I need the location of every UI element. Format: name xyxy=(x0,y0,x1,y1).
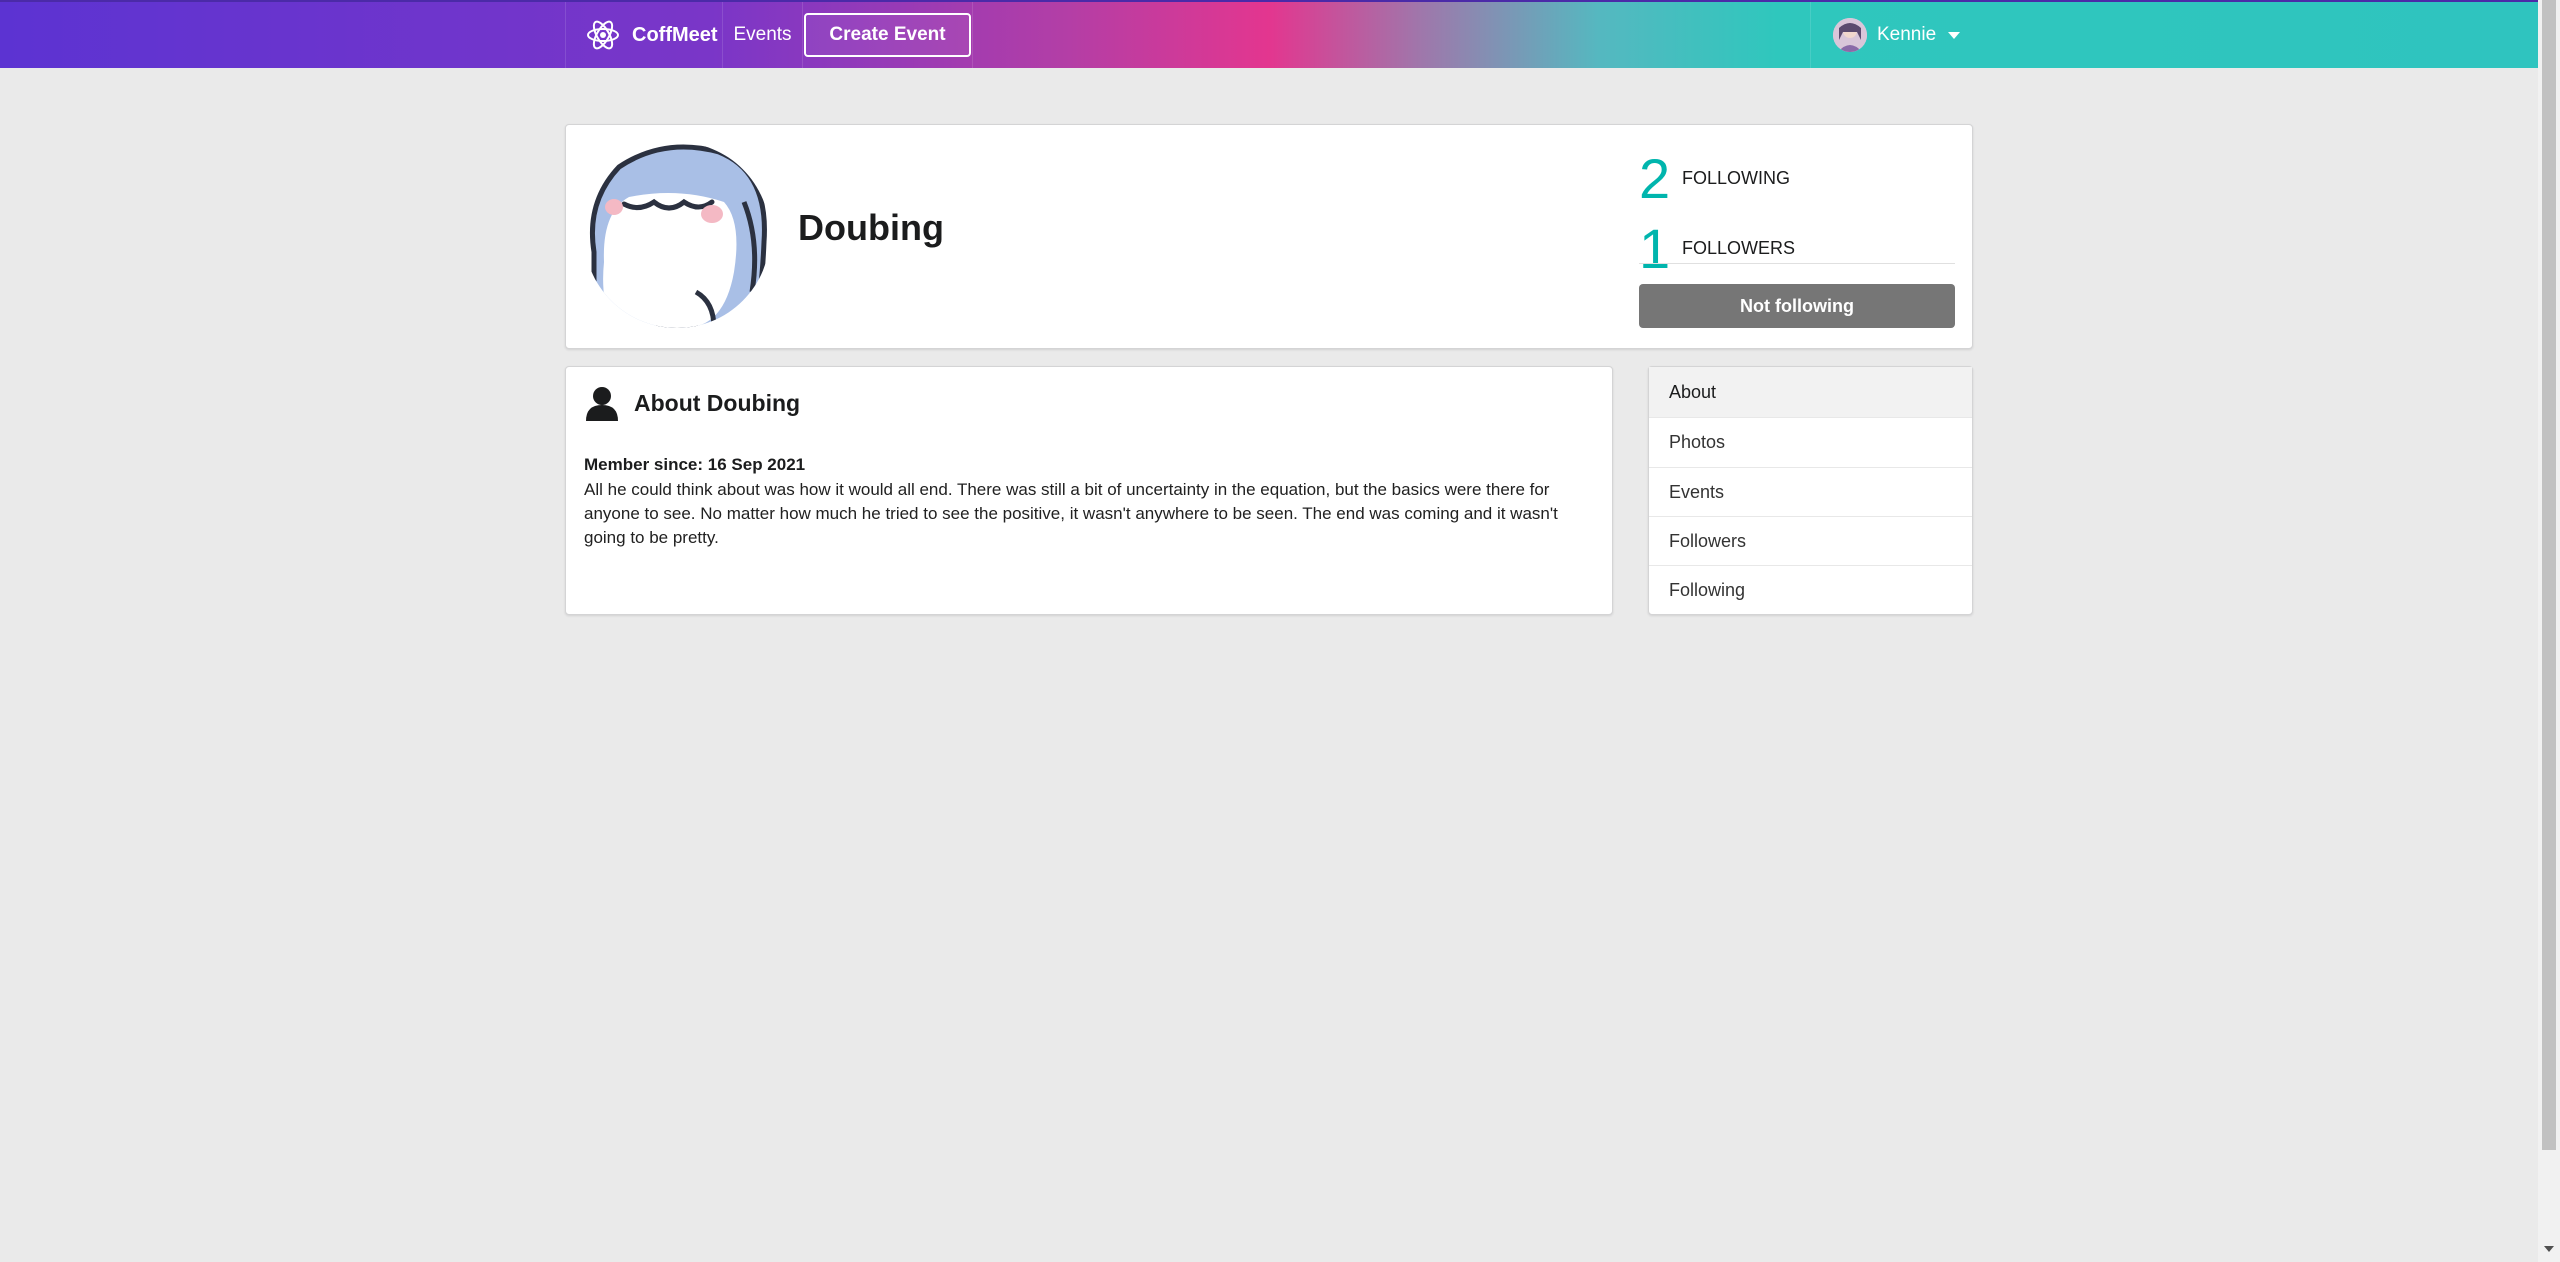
stats-divider xyxy=(1639,263,1955,264)
user-name: Kennie xyxy=(1877,24,1937,45)
brand-name: CoffMeet xyxy=(632,23,718,46)
brand-link[interactable]: CoffMeet xyxy=(565,2,723,68)
profile-name: Doubing xyxy=(798,207,944,248)
menu-item-about[interactable]: About xyxy=(1649,367,1972,417)
following-stat: 2 FOLLOWING xyxy=(1639,143,1955,213)
followers-count: 1 xyxy=(1639,216,1671,280)
scrollbar-thumb[interactable] xyxy=(2542,0,2556,1150)
nav-create-container: Create Event xyxy=(803,2,973,68)
followers-stat: 1 FOLLOWERS xyxy=(1639,213,1955,283)
about-header: About Doubing xyxy=(584,385,800,421)
atom-logo-icon xyxy=(587,20,619,50)
nav-events-link[interactable]: Events xyxy=(723,2,803,68)
page-scrollbar[interactable] xyxy=(2538,0,2560,1262)
member-since: Member since: 16 Sep 2021 xyxy=(584,455,806,474)
menu-item-followers[interactable]: Followers xyxy=(1649,516,1972,566)
following-count: 2 xyxy=(1639,146,1671,210)
about-card: About Doubing Member since: 16 Sep 2021 … xyxy=(565,366,1613,615)
following-label: FOLLOWING xyxy=(1682,167,1791,188)
profile-bio: All he could think about was how it woul… xyxy=(584,480,1558,547)
menu-item-events[interactable]: Events xyxy=(1649,467,1972,517)
about-title: About Doubing xyxy=(634,389,801,416)
create-event-button[interactable]: Create Event xyxy=(804,13,971,57)
profile-avatar xyxy=(584,142,770,328)
follow-toggle-button[interactable]: Not following xyxy=(1639,284,1955,328)
menu-item-following[interactable]: Following xyxy=(1649,565,1972,615)
profile-header-card: Doubing 2 FOLLOWING 1 FOLLOWERS Not foll… xyxy=(565,124,1973,349)
user-icon xyxy=(586,387,618,421)
menu-item-photos[interactable]: Photos xyxy=(1649,417,1972,467)
followers-label: FOLLOWERS xyxy=(1682,237,1796,258)
user-avatar xyxy=(1833,18,1867,52)
dropdown-caret-icon xyxy=(1948,31,1961,39)
profile-menu: About Photos Events Followers Following xyxy=(1648,366,1973,615)
scroll-down-arrow-icon[interactable] xyxy=(2544,1246,2554,1252)
navbar-container: CoffMeet Events Create Event Kennie xyxy=(565,2,1973,68)
top-navbar: CoffMeet Events Create Event Kennie xyxy=(0,0,2538,68)
user-menu-dropdown[interactable]: Kennie xyxy=(1810,2,1973,68)
follow-stats: 2 FOLLOWING 1 FOLLOWERS xyxy=(1639,143,1955,283)
